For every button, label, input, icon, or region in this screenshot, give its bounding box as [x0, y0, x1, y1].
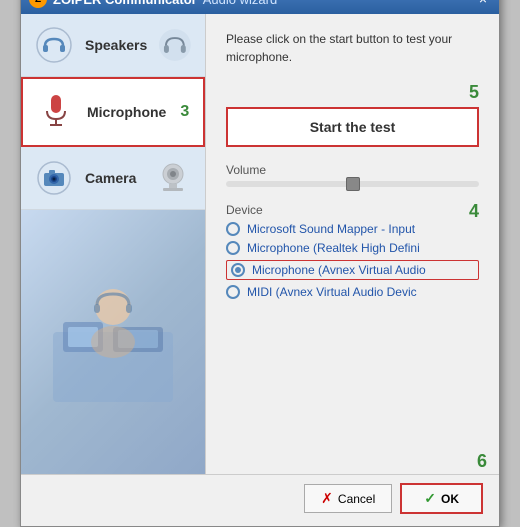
radio-midi[interactable] [226, 285, 240, 299]
camera-label: Camera [85, 170, 143, 186]
microphone-icon [35, 91, 77, 133]
nav-item-speakers[interactable]: Speakers [21, 14, 205, 77]
start-test-button[interactable]: Start the test [226, 107, 479, 147]
title-bar-left: Z ZOIPER Communicator Audio wizard [29, 0, 277, 8]
bottom-buttons: 6 ✗ Cancel ✓ OK [21, 474, 499, 526]
nav-item-microphone[interactable]: Microphone 3 [21, 77, 205, 147]
webcam-decorative-icon [153, 160, 193, 196]
person-thumbnail-svg [43, 272, 183, 412]
device-option-midi[interactable]: MIDI (Avnex Virtual Audio Devic [226, 285, 479, 299]
cancel-label: Cancel [338, 492, 375, 506]
volume-slider-thumb[interactable] [346, 177, 360, 191]
step-6-label: 6 [477, 451, 487, 472]
window-body: Speakers [21, 14, 499, 474]
device-section: Device 4 Microsoft Sound Mapper - Input … [226, 203, 479, 304]
camera-icon [33, 157, 75, 199]
window-subtitle: Audio wizard [203, 0, 277, 7]
ok-button[interactable]: ✓ OK [400, 483, 483, 514]
right-panel: Please click on the start button to test… [206, 14, 499, 474]
instruction-text: Please click on the start button to test… [226, 30, 479, 66]
device-option-avnex[interactable]: Microphone (Avnex Virtual Audio [226, 260, 479, 280]
device-label: Device [226, 203, 263, 217]
thumbnail-area [21, 210, 205, 474]
headphone-decorative-icon [157, 27, 193, 63]
speakers-icon [33, 24, 75, 66]
volume-section: Volume [226, 163, 479, 187]
cancel-x-icon: ✗ [321, 490, 333, 507]
ok-label: OK [441, 492, 459, 506]
device-realtek-label: Microphone (Realtek High Defini [247, 241, 420, 255]
title-bar: Z ZOIPER Communicator Audio wizard × [21, 0, 499, 14]
thumbnail-image [21, 210, 205, 474]
step-5-label: 5 [226, 82, 479, 103]
microphone-step-number: 3 [180, 103, 189, 121]
device-avnex-label: Microphone (Avnex Virtual Audio [252, 263, 426, 277]
audio-wizard-window: Z ZOIPER Communicator Audio wizard × [20, 0, 500, 527]
radio-realtek[interactable] [226, 241, 240, 255]
cancel-button[interactable]: ✗ Cancel [304, 484, 392, 513]
step-4-label: 4 [469, 201, 479, 222]
microphone-label: Microphone [87, 104, 166, 120]
device-mapper-label: Microsoft Sound Mapper - Input [247, 222, 415, 236]
close-button[interactable]: × [475, 0, 491, 7]
nav-item-camera[interactable]: Camera [21, 147, 205, 210]
device-midi-label: MIDI (Avnex Virtual Audio Devic [247, 285, 417, 299]
radio-mapper[interactable] [226, 222, 240, 236]
device-option-mapper[interactable]: Microsoft Sound Mapper - Input [226, 222, 479, 236]
volume-label: Volume [226, 163, 479, 177]
speakers-label: Speakers [85, 37, 147, 53]
ok-check-icon: ✓ [424, 490, 436, 507]
app-name: ZOIPER Communicator [53, 0, 197, 7]
volume-slider-track [226, 181, 479, 187]
radio-avnex[interactable] [231, 263, 245, 277]
app-icon: Z [29, 0, 47, 8]
left-panel: Speakers [21, 14, 206, 474]
device-option-realtek[interactable]: Microphone (Realtek High Defini [226, 241, 479, 255]
